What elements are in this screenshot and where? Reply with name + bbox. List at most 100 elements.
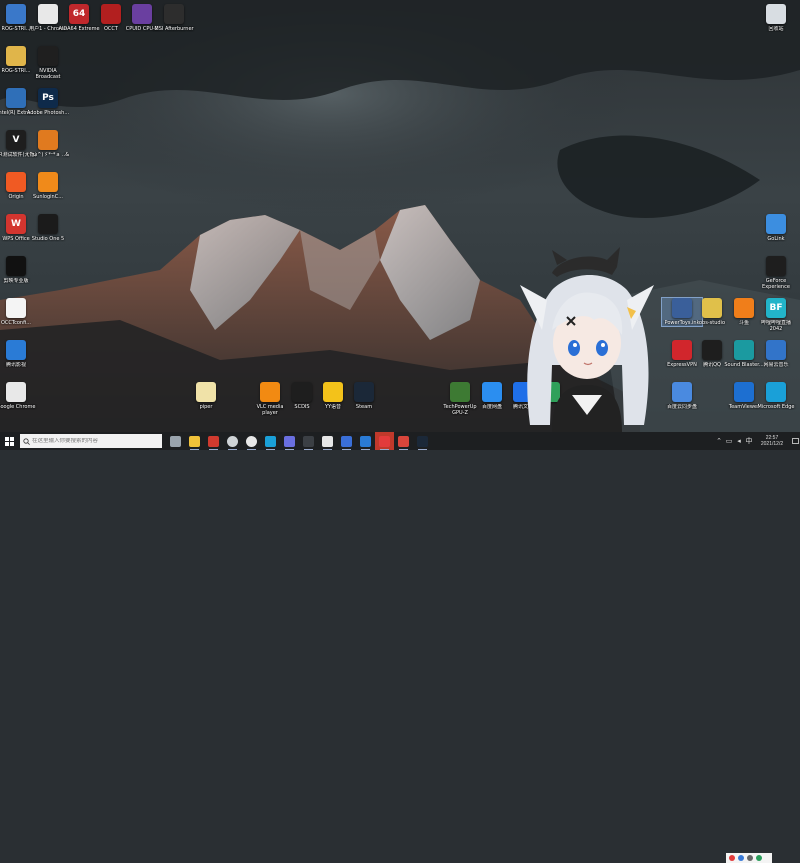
chevron-up-icon[interactable]: ⌃ (714, 432, 724, 450)
taskbar-app-button[interactable] (204, 432, 223, 450)
taskbar-app-button[interactable] (375, 432, 394, 450)
taskbar-app-button[interactable] (394, 432, 413, 450)
steam-icon (417, 435, 428, 447)
desktop-icon[interactable]: OCCTconfi... (0, 298, 36, 326)
discord-icon (284, 435, 295, 447)
afterburner-icon (164, 4, 184, 24)
desktop-icon-label: (^ω^)ゞ*ᵕ*ａ ..& (26, 152, 70, 158)
desktop-icon-label: OCCTconfi... (0, 320, 32, 326)
chrome-icon (38, 4, 58, 24)
taskbar-app-button[interactable] (356, 432, 375, 450)
origin-icon (6, 172, 26, 192)
desktop-icon-label: GoLink (767, 236, 785, 242)
windows-logo-icon (4, 436, 14, 446)
zip-icon (6, 46, 26, 66)
qq-icon (702, 340, 722, 360)
taskbar-app-button[interactable] (280, 432, 299, 450)
desktop-icon[interactable]: SunloginC... (28, 172, 68, 200)
desktop-icon[interactable]: BF 哔哩哔哩直播 2042 (756, 298, 796, 332)
desktop-icon-label: 网易云音乐 (763, 362, 789, 368)
intel-xtu-icon (6, 88, 26, 108)
taskbar-app-button[interactable] (185, 432, 204, 450)
desktop-icon[interactable]: 回收站 (756, 4, 796, 32)
gpuz-icon (450, 382, 470, 402)
wps-icon: W (6, 214, 26, 234)
microphone-icon (747, 855, 753, 861)
file-explorer-icon (189, 435, 200, 447)
document-icon (196, 382, 216, 402)
tencent-icon (6, 340, 26, 360)
app-icon (672, 382, 692, 402)
desktop-icon[interactable]: Studio One 5 (28, 214, 68, 242)
desktop-icon-label: Studio One 5 (31, 236, 65, 242)
taskbar-app-button[interactable] (166, 432, 185, 450)
speaker-icon[interactable]: ◂ (734, 432, 744, 450)
chrome-icon (246, 435, 257, 447)
remote-icon (360, 435, 371, 447)
expressvpn-icon (672, 340, 692, 360)
search-icon (20, 435, 32, 447)
sogou-input-icon (729, 855, 735, 861)
baidu-pan-icon (482, 382, 502, 402)
capcut-icon (6, 256, 26, 276)
taskbar-app-button[interactable] (299, 432, 318, 450)
search-input[interactable] (32, 438, 156, 444)
desktop-icon[interactable]: Steam (344, 382, 384, 410)
desktop-icon[interactable]: Microsoft Edge (756, 382, 796, 410)
desktop-icon-label: 剪映专业版 (3, 278, 29, 284)
app-icon (734, 298, 754, 318)
notification-icon (791, 437, 799, 444)
taskbar-app-button[interactable] (318, 432, 337, 450)
taskbar-search-box[interactable] (20, 434, 162, 448)
netease-music-icon (379, 435, 390, 447)
task-view-icon (170, 435, 181, 447)
obs-icon (303, 435, 314, 447)
feishu-icon (322, 435, 333, 447)
taskbar-app-button[interactable] (261, 432, 280, 450)
desktop-icon[interactable]: 网易云音乐 (756, 340, 796, 368)
sound-blaster-icon (734, 340, 754, 360)
input-method-icon[interactable]: 中 (744, 432, 754, 450)
desktop-icon-label: Microsoft Edge (757, 404, 795, 410)
calendar-icon (208, 435, 219, 447)
edge-icon (265, 435, 276, 447)
document-icon (6, 298, 26, 318)
desktop-icon-label: 腾讯影视 (5, 362, 26, 368)
golink-icon (766, 214, 786, 234)
input-toolbar-widget[interactable] (726, 853, 772, 863)
desktop-icon[interactable]: 百度云同步盘 (662, 382, 702, 410)
taskbar-app-button[interactable] (242, 432, 261, 450)
system-clock[interactable]: 22:57 2021/12/2 (754, 435, 790, 447)
desktop-icon[interactable]: MSI Afterburner (154, 4, 194, 32)
studio-one-icon (38, 214, 58, 234)
vlc-icon (260, 382, 280, 402)
taskbar-app-button[interactable] (223, 432, 242, 450)
desktop-icon[interactable]: Ps Adobe Photosh... (27, 88, 69, 116)
game-icon (398, 435, 409, 447)
teamviewer-icon (734, 382, 754, 402)
start-button[interactable] (0, 432, 18, 450)
taskbar-pinned-apps (166, 432, 432, 450)
vtuber-avatar-overlay (512, 245, 662, 432)
taskbar-app-button[interactable] (413, 432, 432, 450)
desktop-icon[interactable]: 腾讯影视 (0, 340, 36, 368)
desktop-icon-label: NVIDIA Broadcast (35, 68, 61, 80)
yellow-v-icon: V (6, 130, 26, 150)
desktop-icon[interactable]: NVIDIA Broadcast (28, 46, 68, 80)
desktop-icon[interactable]: 剪映专业版 (0, 256, 36, 284)
desktop-icon-label: Google Chrome (0, 404, 36, 410)
bilibili-icon: BF (766, 298, 786, 318)
desktop-icon[interactable]: GeForce Experience (756, 256, 796, 290)
desktop-icon[interactable]: Google Chrome (0, 382, 36, 410)
steam-icon (354, 382, 374, 402)
nvidia-broadcast-icon (38, 46, 58, 66)
yy-icon (323, 382, 343, 402)
taskbar-app-button[interactable] (337, 432, 356, 450)
photoshop-icon: Ps (38, 88, 58, 108)
clock-app-icon (227, 435, 238, 447)
notification-center-button[interactable] (790, 437, 800, 445)
desktop-icon[interactable]: GoLink (756, 214, 796, 242)
network-icon[interactable]: ▭ (724, 432, 734, 450)
desktop-icon[interactable]: (^ω^)ゞ*ᵕ*ａ ..& (26, 130, 70, 158)
desktop-icon[interactable]: piper (186, 382, 226, 410)
